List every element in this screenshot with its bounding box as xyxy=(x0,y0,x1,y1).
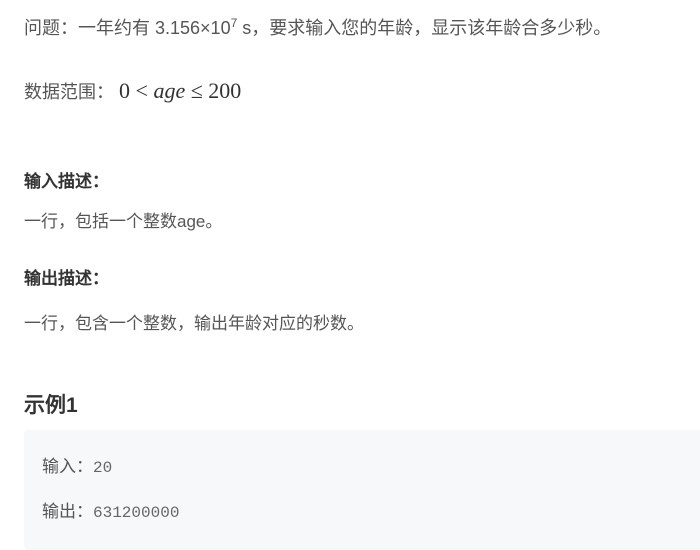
problem-text-suffix: s，要求输入您的年龄，显示该年龄合多少秒。 xyxy=(237,18,612,38)
range-formula: 0 < age ≤ 200 xyxy=(119,78,241,103)
example-output: 输出：631200000 xyxy=(42,497,179,522)
example-box: 输入：20 输出：631200000 xyxy=(24,430,700,550)
lt-symbol: < xyxy=(135,78,148,103)
example-output-value: 631200000 xyxy=(93,504,180,522)
range-label: 数据范围： xyxy=(24,82,114,102)
output-description-title: 输出描述： xyxy=(24,269,109,288)
problem-statement: 问题：一年约有 3.156×107 s，要求输入您的年龄，显示该年龄合多少秒。 xyxy=(24,14,611,40)
le-symbol: ≤ xyxy=(190,78,203,103)
range-variable: age xyxy=(153,78,186,103)
data-range: 数据范围： 0 < age ≤ 200 xyxy=(24,78,241,104)
example-input-label: 输入： xyxy=(42,457,93,476)
problem-text: 问题：一年约有 3.156×10 xyxy=(24,18,231,38)
output-description-text: 一行，包含一个整数，输出年龄对应的秒数。 xyxy=(24,314,364,333)
range-lower: 0 xyxy=(119,78,131,103)
input-description-text: 一行，包括一个整数age。 xyxy=(24,212,223,231)
example-output-label: 输出： xyxy=(42,502,93,521)
example-title: 示例1 xyxy=(24,394,78,417)
range-upper: 200 xyxy=(208,78,242,103)
example-input-value: 20 xyxy=(93,459,113,477)
input-description-title: 输入描述： xyxy=(24,172,109,191)
example-input: 输入：20 xyxy=(42,452,112,477)
